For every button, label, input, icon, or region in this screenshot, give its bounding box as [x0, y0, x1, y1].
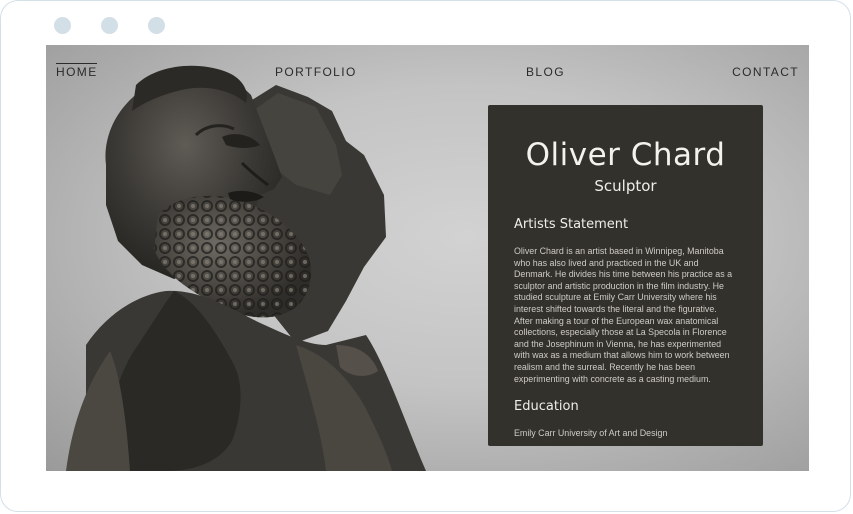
- statement-heading: Artists Statement: [514, 217, 629, 232]
- artist-name: Oliver Chard: [525, 137, 726, 173]
- artist-role: Sculptor: [594, 177, 657, 195]
- education-item: Emily Carr University of Art and Design: [514, 428, 668, 439]
- window-dot-icon: [148, 17, 165, 34]
- nav-link-contact[interactable]: CONTACT: [732, 65, 799, 79]
- nav-link-blog[interactable]: BLOG: [526, 65, 565, 79]
- website-viewport: HOME PORTFOLIO BLOG CONTACT Oliver Chard…: [46, 45, 809, 471]
- main-nav: HOME PORTFOLIO BLOG CONTACT: [46, 63, 809, 85]
- window-dot-icon: [54, 17, 71, 34]
- nav-link-portfolio[interactable]: PORTFOLIO: [275, 65, 357, 79]
- browser-frame: HOME PORTFOLIO BLOG CONTACT Oliver Chard…: [0, 0, 851, 512]
- education-heading: Education: [514, 399, 579, 415]
- window-dot-icon: [101, 17, 118, 34]
- statement-text: Oliver Chard is an artist based in Winni…: [514, 246, 733, 384]
- nav-link-home[interactable]: HOME: [56, 63, 98, 79]
- artist-info-card: Oliver Chard Sculptor Artists Statement …: [488, 105, 763, 446]
